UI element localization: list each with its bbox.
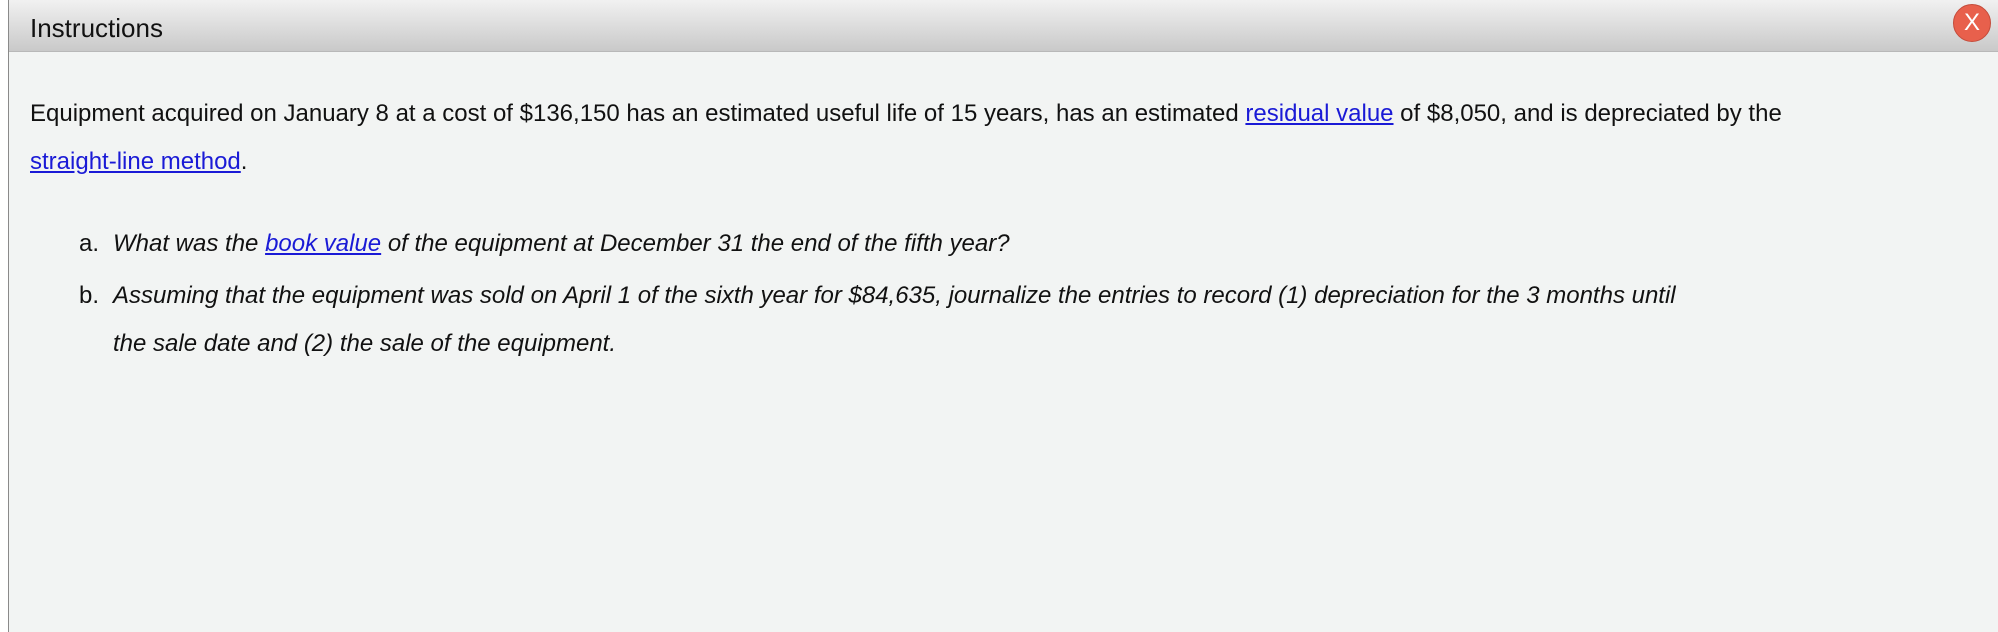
question-b-text: Assuming that the equipment was sold on … — [113, 282, 1676, 357]
question-b-marker: b. — [79, 282, 100, 309]
title-bar: Instructions — [9, 0, 1998, 52]
instructions-panel: Instructions X Equipment acquired on Jan… — [8, 0, 1998, 632]
question-list: a. What was the book value of the equipm… — [30, 220, 1930, 368]
question-a-marker: a. — [79, 230, 100, 257]
question-a-text-1: What was the — [113, 230, 266, 257]
book-value-link[interactable]: book value — [265, 230, 381, 257]
close-icon: X — [1963, 9, 1980, 36]
close-button[interactable]: X — [1953, 4, 1991, 42]
question-a-text-2: of the equipment at December 31 the end … — [381, 230, 1010, 257]
residual-value-link[interactable]: residual value — [1245, 100, 1393, 127]
window-title: Instructions — [30, 13, 163, 43]
intro-text-1: Equipment acquired on January 8 at a cos… — [30, 100, 1246, 127]
question-b: b. Assuming that the equipment was sold … — [30, 272, 1683, 368]
intro-text-3: . — [240, 148, 248, 175]
intro-paragraph: Equipment acquired on January 8 at a cos… — [30, 90, 1930, 186]
intro-text-2: of $8,050, and is depreciated by the — [1393, 100, 1782, 127]
instructions-content: Equipment acquired on January 8 at a cos… — [30, 90, 1930, 372]
question-a: a. What was the book value of the equipm… — [30, 220, 1930, 268]
straight-line-method-link[interactable]: straight-line method — [30, 148, 241, 175]
